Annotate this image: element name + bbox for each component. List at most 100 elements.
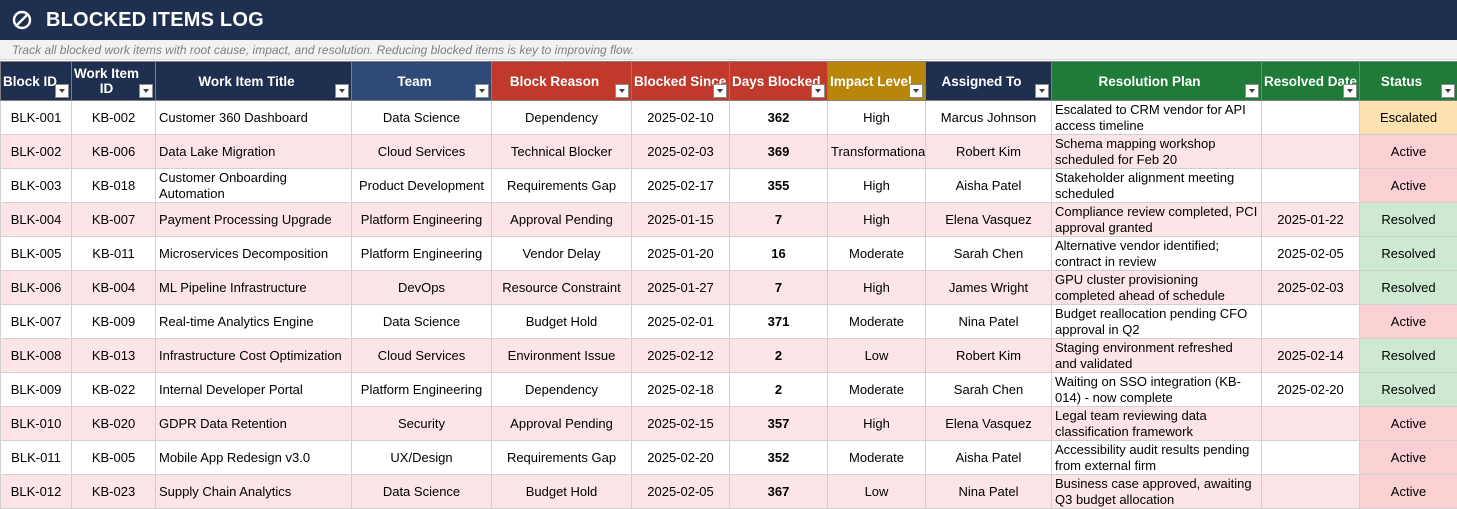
impact-level-cell[interactable]: Low <box>827 474 926 509</box>
team-cell[interactable]: Platform Engineering <box>351 372 492 407</box>
work-item-title-cell[interactable]: Mobile App Redesign v3.0 <box>155 440 352 475</box>
blocked-since-cell[interactable]: 2025-02-20 <box>631 440 730 475</box>
status-cell[interactable]: Active <box>1359 474 1457 509</box>
blocked-since-cell[interactable]: 2025-02-17 <box>631 168 730 203</box>
status-cell[interactable]: Active <box>1359 304 1457 339</box>
days-blocked-cell[interactable]: 2 <box>729 372 828 407</box>
work-item-title-cell[interactable]: Data Lake Migration <box>155 134 352 169</box>
assigned-to-cell[interactable]: Aisha Patel <box>925 440 1052 475</box>
resolved-date-cell[interactable] <box>1261 406 1360 441</box>
work-item-title-cell[interactable]: Infrastructure Cost Optimization <box>155 338 352 373</box>
work-item-title-cell[interactable]: Internal Developer Portal <box>155 372 352 407</box>
filter-dropdown-icon[interactable] <box>475 84 489 98</box>
block-id-cell[interactable]: BLK-007 <box>0 304 72 339</box>
impact-level-cell[interactable]: Moderate <box>827 440 926 475</box>
days-blocked-cell[interactable]: 367 <box>729 474 828 509</box>
block-id-cell[interactable]: BLK-008 <box>0 338 72 373</box>
block-id-cell[interactable]: BLK-011 <box>0 440 72 475</box>
assigned-to-cell[interactable]: Aisha Patel <box>925 168 1052 203</box>
blocked-since-cell[interactable]: 2025-02-01 <box>631 304 730 339</box>
column-header-days-blocked[interactable]: Days Blocked <box>729 61 828 101</box>
resolution-plan-cell[interactable]: Legal team reviewing data classification… <box>1051 406 1262 441</box>
resolution-plan-cell[interactable]: GPU cluster provisioning completed ahead… <box>1051 270 1262 305</box>
assigned-to-cell[interactable]: Sarah Chen <box>925 236 1052 271</box>
assigned-to-cell[interactable]: Sarah Chen <box>925 372 1052 407</box>
block-reason-cell[interactable]: Vendor Delay <box>491 236 632 271</box>
impact-level-cell[interactable]: Transformational <box>827 134 926 169</box>
resolved-date-cell[interactable] <box>1261 100 1360 135</box>
block-reason-cell[interactable]: Dependency <box>491 100 632 135</box>
work-item-id-cell[interactable]: KB-004 <box>71 270 156 305</box>
column-header-assigned-to[interactable]: Assigned To <box>925 61 1052 101</box>
status-cell[interactable]: Active <box>1359 440 1457 475</box>
resolution-plan-cell[interactable]: Budget reallocation pending CFO approval… <box>1051 304 1262 339</box>
team-cell[interactable]: Platform Engineering <box>351 236 492 271</box>
blocked-since-cell[interactable]: 2025-02-18 <box>631 372 730 407</box>
filter-dropdown-icon[interactable] <box>1343 84 1357 98</box>
block-id-cell[interactable]: BLK-005 <box>0 236 72 271</box>
status-cell[interactable]: Resolved <box>1359 338 1457 373</box>
days-blocked-cell[interactable]: 352 <box>729 440 828 475</box>
work-item-id-cell[interactable]: KB-023 <box>71 474 156 509</box>
work-item-title-cell[interactable]: ML Pipeline Infrastructure <box>155 270 352 305</box>
blocked-since-cell[interactable]: 2025-02-12 <box>631 338 730 373</box>
status-cell[interactable]: Resolved <box>1359 372 1457 407</box>
resolved-date-cell[interactable] <box>1261 168 1360 203</box>
work-item-id-cell[interactable]: KB-022 <box>71 372 156 407</box>
blocked-since-cell[interactable]: 2025-01-20 <box>631 236 730 271</box>
column-header-blocked-since[interactable]: Blocked Since <box>631 61 730 101</box>
resolved-date-cell[interactable]: 2025-02-05 <box>1261 236 1360 271</box>
block-id-cell[interactable]: BLK-012 <box>0 474 72 509</box>
assigned-to-cell[interactable]: Elena Vasquez <box>925 202 1052 237</box>
block-reason-cell[interactable]: Environment Issue <box>491 338 632 373</box>
work-item-id-cell[interactable]: KB-013 <box>71 338 156 373</box>
work-item-id-cell[interactable]: KB-018 <box>71 168 156 203</box>
block-id-cell[interactable]: BLK-009 <box>0 372 72 407</box>
work-item-id-cell[interactable]: KB-009 <box>71 304 156 339</box>
work-item-id-cell[interactable]: KB-002 <box>71 100 156 135</box>
column-header-impact-level[interactable]: Impact Level <box>827 61 926 101</box>
column-header-resolved-date[interactable]: Resolved Date <box>1261 61 1360 101</box>
column-header-work-item-title[interactable]: Work Item Title <box>155 61 352 101</box>
filter-dropdown-icon[interactable] <box>811 84 825 98</box>
column-header-status[interactable]: Status <box>1359 61 1457 101</box>
block-reason-cell[interactable]: Approval Pending <box>491 202 632 237</box>
resolution-plan-cell[interactable]: Waiting on SSO integration (KB-014) - no… <box>1051 372 1262 407</box>
impact-level-cell[interactable]: Moderate <box>827 236 926 271</box>
days-blocked-cell[interactable]: 16 <box>729 236 828 271</box>
column-header-resolution-plan[interactable]: Resolution Plan <box>1051 61 1262 101</box>
filter-dropdown-icon[interactable] <box>55 84 69 98</box>
impact-level-cell[interactable]: High <box>827 406 926 441</box>
resolved-date-cell[interactable] <box>1261 440 1360 475</box>
days-blocked-cell[interactable]: 2 <box>729 338 828 373</box>
resolution-plan-cell[interactable]: Accessibility audit results pending from… <box>1051 440 1262 475</box>
team-cell[interactable]: Data Science <box>351 304 492 339</box>
block-reason-cell[interactable]: Requirements Gap <box>491 440 632 475</box>
work-item-id-cell[interactable]: KB-006 <box>71 134 156 169</box>
block-reason-cell[interactable]: Approval Pending <box>491 406 632 441</box>
resolution-plan-cell[interactable]: Schema mapping workshop scheduled for Fe… <box>1051 134 1262 169</box>
blocked-since-cell[interactable]: 2025-02-15 <box>631 406 730 441</box>
resolution-plan-cell[interactable]: Compliance review completed, PCI approva… <box>1051 202 1262 237</box>
resolved-date-cell[interactable]: 2025-01-22 <box>1261 202 1360 237</box>
status-cell[interactable]: Escalated <box>1359 100 1457 135</box>
block-id-cell[interactable]: BLK-010 <box>0 406 72 441</box>
work-item-title-cell[interactable]: GDPR Data Retention <box>155 406 352 441</box>
resolved-date-cell[interactable]: 2025-02-14 <box>1261 338 1360 373</box>
column-header-work-item-id[interactable]: Work Item ID <box>71 61 156 101</box>
impact-level-cell[interactable]: High <box>827 100 926 135</box>
impact-level-cell[interactable]: Low <box>827 338 926 373</box>
days-blocked-cell[interactable]: 355 <box>729 168 828 203</box>
team-cell[interactable]: Product Development <box>351 168 492 203</box>
blocked-since-cell[interactable]: 2025-01-15 <box>631 202 730 237</box>
resolution-plan-cell[interactable]: Alternative vendor identified; contract … <box>1051 236 1262 271</box>
blocked-since-cell[interactable]: 2025-02-03 <box>631 134 730 169</box>
block-reason-cell[interactable]: Technical Blocker <box>491 134 632 169</box>
block-id-cell[interactable]: BLK-006 <box>0 270 72 305</box>
status-cell[interactable]: Active <box>1359 134 1457 169</box>
column-header-block-reason[interactable]: Block Reason <box>491 61 632 101</box>
work-item-title-cell[interactable]: Customer Onboarding Automation <box>155 168 352 203</box>
work-item-title-cell[interactable]: Payment Processing Upgrade <box>155 202 352 237</box>
resolution-plan-cell[interactable]: Escalated to CRM vendor for API access t… <box>1051 100 1262 135</box>
work-item-id-cell[interactable]: KB-011 <box>71 236 156 271</box>
